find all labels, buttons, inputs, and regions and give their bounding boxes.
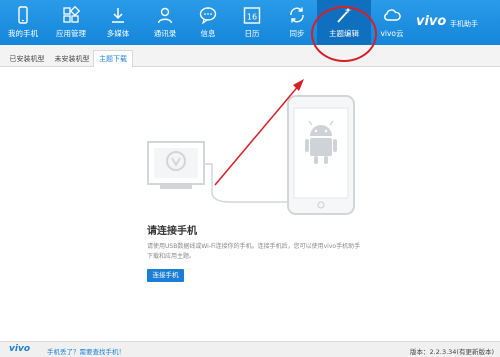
- calendar-icon: 16: [243, 6, 261, 24]
- toolbar-item-label: 多媒体: [106, 29, 130, 38]
- tab-bar: 已安装机型 未安装机型 主题下载: [0, 45, 500, 67]
- contacts-icon: [156, 6, 174, 24]
- toolbar-item-label: vivo云: [380, 29, 404, 38]
- apps-grid-icon: [62, 6, 80, 24]
- toolbar-item-messages[interactable]: 信息: [187, 0, 229, 45]
- toolbar-item-calendar[interactable]: 16 日历: [231, 0, 273, 45]
- usb-cable: [204, 163, 291, 203]
- connect-description: 请使用USB数据线或Wi-Fi连接你的手机。连接手机后，您可以使用vivo手机助…: [147, 243, 361, 260]
- top-toolbar: 我的手机 应用管理 多媒体 通讯录 信息 16 日历 同步 主题编辑 vivo云…: [0, 0, 500, 45]
- magic-wand-icon: [335, 6, 353, 24]
- main-content: 请连接手机 请使用USB数据线或Wi-Fi连接你的手机。连接手机后，您可以使用v…: [0, 67, 500, 341]
- toolbar-item-multimedia[interactable]: 多媒体: [97, 0, 139, 45]
- message-icon: [199, 6, 217, 24]
- toolbar-item-my-phone[interactable]: 我的手机: [2, 0, 44, 45]
- brand-subtitle: 手机助手: [450, 20, 478, 28]
- status-logo: vivo: [9, 344, 31, 354]
- toolbar-item-label: 日历: [244, 29, 260, 38]
- version-label: 版本：2.2.3.34(有更新版本): [410, 348, 494, 356]
- toolbar-item-contacts[interactable]: 通讯录: [144, 0, 186, 45]
- tab-theme-download[interactable]: 主题下载: [93, 50, 133, 67]
- page-title: 请连接手机: [147, 226, 197, 237]
- sync-icon: [288, 6, 306, 24]
- connect-illustration: [147, 95, 355, 215]
- brand-logo: vivo: [416, 14, 447, 29]
- toolbar-item-vivo-cloud[interactable]: vivo云: [371, 0, 413, 45]
- toolbar-item-sync[interactable]: 同步: [276, 0, 318, 45]
- find-phone-link[interactable]: 手机丢了？需要查找手机！: [47, 346, 125, 356]
- toolbar-item-label: 我的手机: [8, 29, 38, 38]
- cloud-icon: [383, 6, 401, 24]
- toolbar-item-theme-editor[interactable]: 主题编辑: [317, 0, 371, 45]
- toolbar-item-label: 信息: [200, 29, 216, 38]
- download-icon: [109, 6, 127, 24]
- toolbar-item-label: 主题编辑: [329, 29, 359, 38]
- tab-installed-models[interactable]: 已安装机型: [6, 51, 48, 67]
- status-bar: vivo 手机丢了？需要查找手机！ 版本：2.2.3.34(有更新版本): [0, 341, 500, 357]
- connect-phone-button[interactable]: 连接手机: [147, 269, 184, 282]
- toolbar-item-label: 应用管理: [56, 29, 86, 38]
- toolbar-item-app-management[interactable]: 应用管理: [50, 0, 92, 45]
- tab-uninstalled-models[interactable]: 未安装机型: [50, 51, 94, 67]
- svg-text:16: 16: [247, 13, 257, 22]
- phone-icon: [14, 6, 32, 24]
- computer-icon: [147, 141, 205, 189]
